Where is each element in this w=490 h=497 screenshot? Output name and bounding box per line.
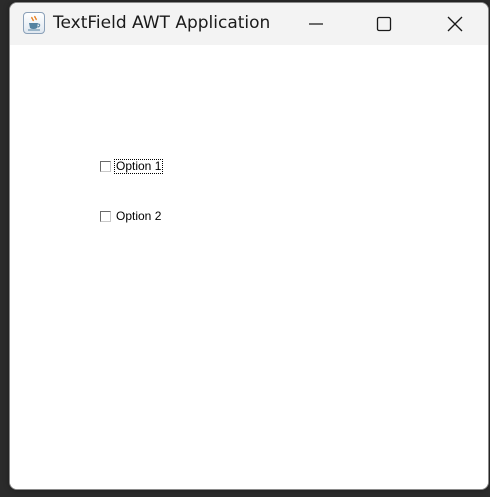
content-panel: Option 1 Option 2 <box>10 45 488 489</box>
minimize-icon <box>309 23 323 25</box>
app-window: TextField AWT Application Option 1 Optio… <box>9 2 489 490</box>
maximize-icon <box>376 16 392 32</box>
checkbox-label[interactable]: Option 2 <box>115 209 162 223</box>
option-2-checkbox[interactable]: Option 2 <box>100 208 162 224</box>
close-button[interactable] <box>432 3 478 45</box>
java-cup-icon[interactable] <box>23 12 45 34</box>
checkbox-label[interactable]: Option 1 <box>113 158 164 174</box>
close-icon <box>447 16 463 32</box>
option-1-checkbox[interactable]: Option 1 <box>100 158 164 174</box>
maximize-button[interactable] <box>361 3 407 45</box>
title-bar[interactable]: TextField AWT Application <box>10 3 488 45</box>
checkbox-box[interactable] <box>100 160 111 172</box>
minimize-button[interactable] <box>293 3 339 45</box>
checkbox-box[interactable] <box>100 210 111 222</box>
window-title: TextField AWT Application <box>53 13 271 33</box>
